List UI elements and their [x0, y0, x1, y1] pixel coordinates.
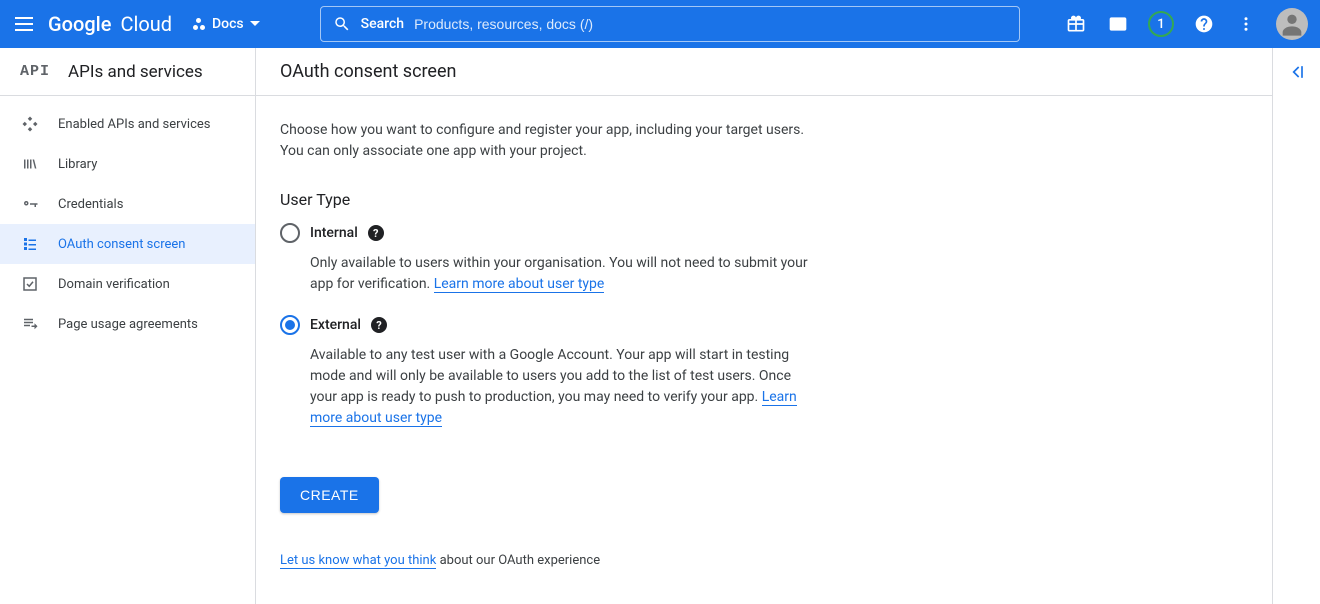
- radio-internal[interactable]: [280, 223, 300, 243]
- sidebar-item-domain-verification[interactable]: Domain verification: [0, 264, 255, 304]
- radio-label-external: External: [310, 317, 361, 333]
- notification-badge[interactable]: 1: [1148, 11, 1174, 37]
- gift-icon[interactable]: [1064, 12, 1088, 36]
- desc-external: Available to any test user with a Google…: [280, 345, 812, 429]
- radio-row-internal: Internal ?: [280, 223, 812, 243]
- content-body: Choose how you want to configure and reg…: [256, 96, 836, 592]
- create-button[interactable]: CREATE: [280, 477, 379, 513]
- sidebar-item-library[interactable]: Library: [0, 144, 255, 184]
- topbar: Google Cloud Docs Search 1: [0, 0, 1320, 48]
- search-label: Search: [361, 16, 404, 32]
- desc-internal: Only available to users within your orga…: [280, 253, 812, 295]
- avatar[interactable]: [1276, 8, 1308, 40]
- logo-light: Cloud: [120, 12, 172, 36]
- logo-bold: Google: [48, 12, 111, 36]
- more-icon[interactable]: [1234, 12, 1258, 36]
- key-icon: [20, 194, 40, 214]
- main: OAuth consent screen Choose how you want…: [256, 48, 1320, 604]
- sidebar-item-oauth-consent[interactable]: OAuth consent screen: [0, 224, 255, 264]
- sidebar-item-credentials[interactable]: Credentials: [0, 184, 255, 224]
- notification-count: 1: [1157, 17, 1164, 32]
- sidebar-item-label: Enabled APIs and services: [58, 117, 211, 132]
- section-title: User Type: [280, 190, 812, 209]
- sidebar-item-label: Library: [58, 157, 97, 172]
- sidebar: API APIs and services Enabled APIs and s…: [0, 48, 256, 604]
- sidebar-item-enabled-apis[interactable]: Enabled APIs and services: [0, 104, 255, 144]
- desc-external-text: Available to any test user with a Google…: [310, 347, 791, 405]
- search-box[interactable]: Search: [320, 6, 1020, 42]
- logo[interactable]: Google Cloud: [48, 12, 172, 36]
- api-logo: API: [20, 63, 50, 80]
- link-internal-learn-more[interactable]: Learn more about user type: [434, 276, 605, 293]
- intro-text: Choose how you want to configure and reg…: [280, 120, 812, 162]
- diamond-icon: [20, 114, 40, 134]
- search-icon: [333, 15, 351, 33]
- topbar-right: 1: [1064, 8, 1308, 40]
- docs-label: Docs: [212, 16, 244, 32]
- feedback-row: Let us know what you think about our OAu…: [280, 553, 812, 568]
- collapse-icon[interactable]: [1287, 62, 1307, 86]
- feedback-after: about our OAuth experience: [436, 553, 600, 568]
- sidebar-header: API APIs and services: [0, 48, 255, 96]
- sidebar-item-page-usage[interactable]: Page usage agreements: [0, 304, 255, 344]
- consent-icon: [20, 234, 40, 254]
- radio-external[interactable]: [280, 315, 300, 335]
- radio-label-internal: Internal: [310, 225, 358, 241]
- feedback-link[interactable]: Let us know what you think: [280, 553, 436, 569]
- help-icon-external[interactable]: ?: [371, 317, 387, 333]
- page-title: OAuth consent screen: [280, 61, 456, 82]
- content-header: OAuth consent screen: [256, 48, 1272, 96]
- sidebar-item-label: Credentials: [58, 197, 123, 212]
- sidebar-title: APIs and services: [68, 62, 203, 82]
- library-icon: [20, 154, 40, 174]
- verify-icon: [20, 274, 40, 294]
- cloud-shell-icon[interactable]: [1106, 12, 1130, 36]
- content-column: OAuth consent screen Choose how you want…: [256, 48, 1272, 604]
- sidebar-item-label: Page usage agreements: [58, 317, 198, 332]
- collapse-panel: [1272, 48, 1320, 604]
- agreements-icon: [20, 314, 40, 334]
- docs-dropdown[interactable]: Docs: [184, 16, 268, 32]
- layout: API APIs and services Enabled APIs and s…: [0, 48, 1320, 604]
- help-icon[interactable]: [1192, 12, 1216, 36]
- chevron-down-icon: [250, 21, 260, 27]
- search-input[interactable]: [414, 16, 1007, 32]
- option-internal: Internal ? Only available to users withi…: [280, 223, 812, 295]
- docs-dots-icon: [192, 17, 206, 31]
- radio-row-external: External ?: [280, 315, 812, 335]
- sidebar-item-label: OAuth consent screen: [58, 237, 185, 252]
- sidebar-item-label: Domain verification: [58, 277, 170, 292]
- help-icon-internal[interactable]: ?: [368, 225, 384, 241]
- option-external: External ? Available to any test user wi…: [280, 315, 812, 429]
- sidebar-items: Enabled APIs and services Library Creden…: [0, 96, 255, 352]
- menu-icon[interactable]: [12, 12, 36, 36]
